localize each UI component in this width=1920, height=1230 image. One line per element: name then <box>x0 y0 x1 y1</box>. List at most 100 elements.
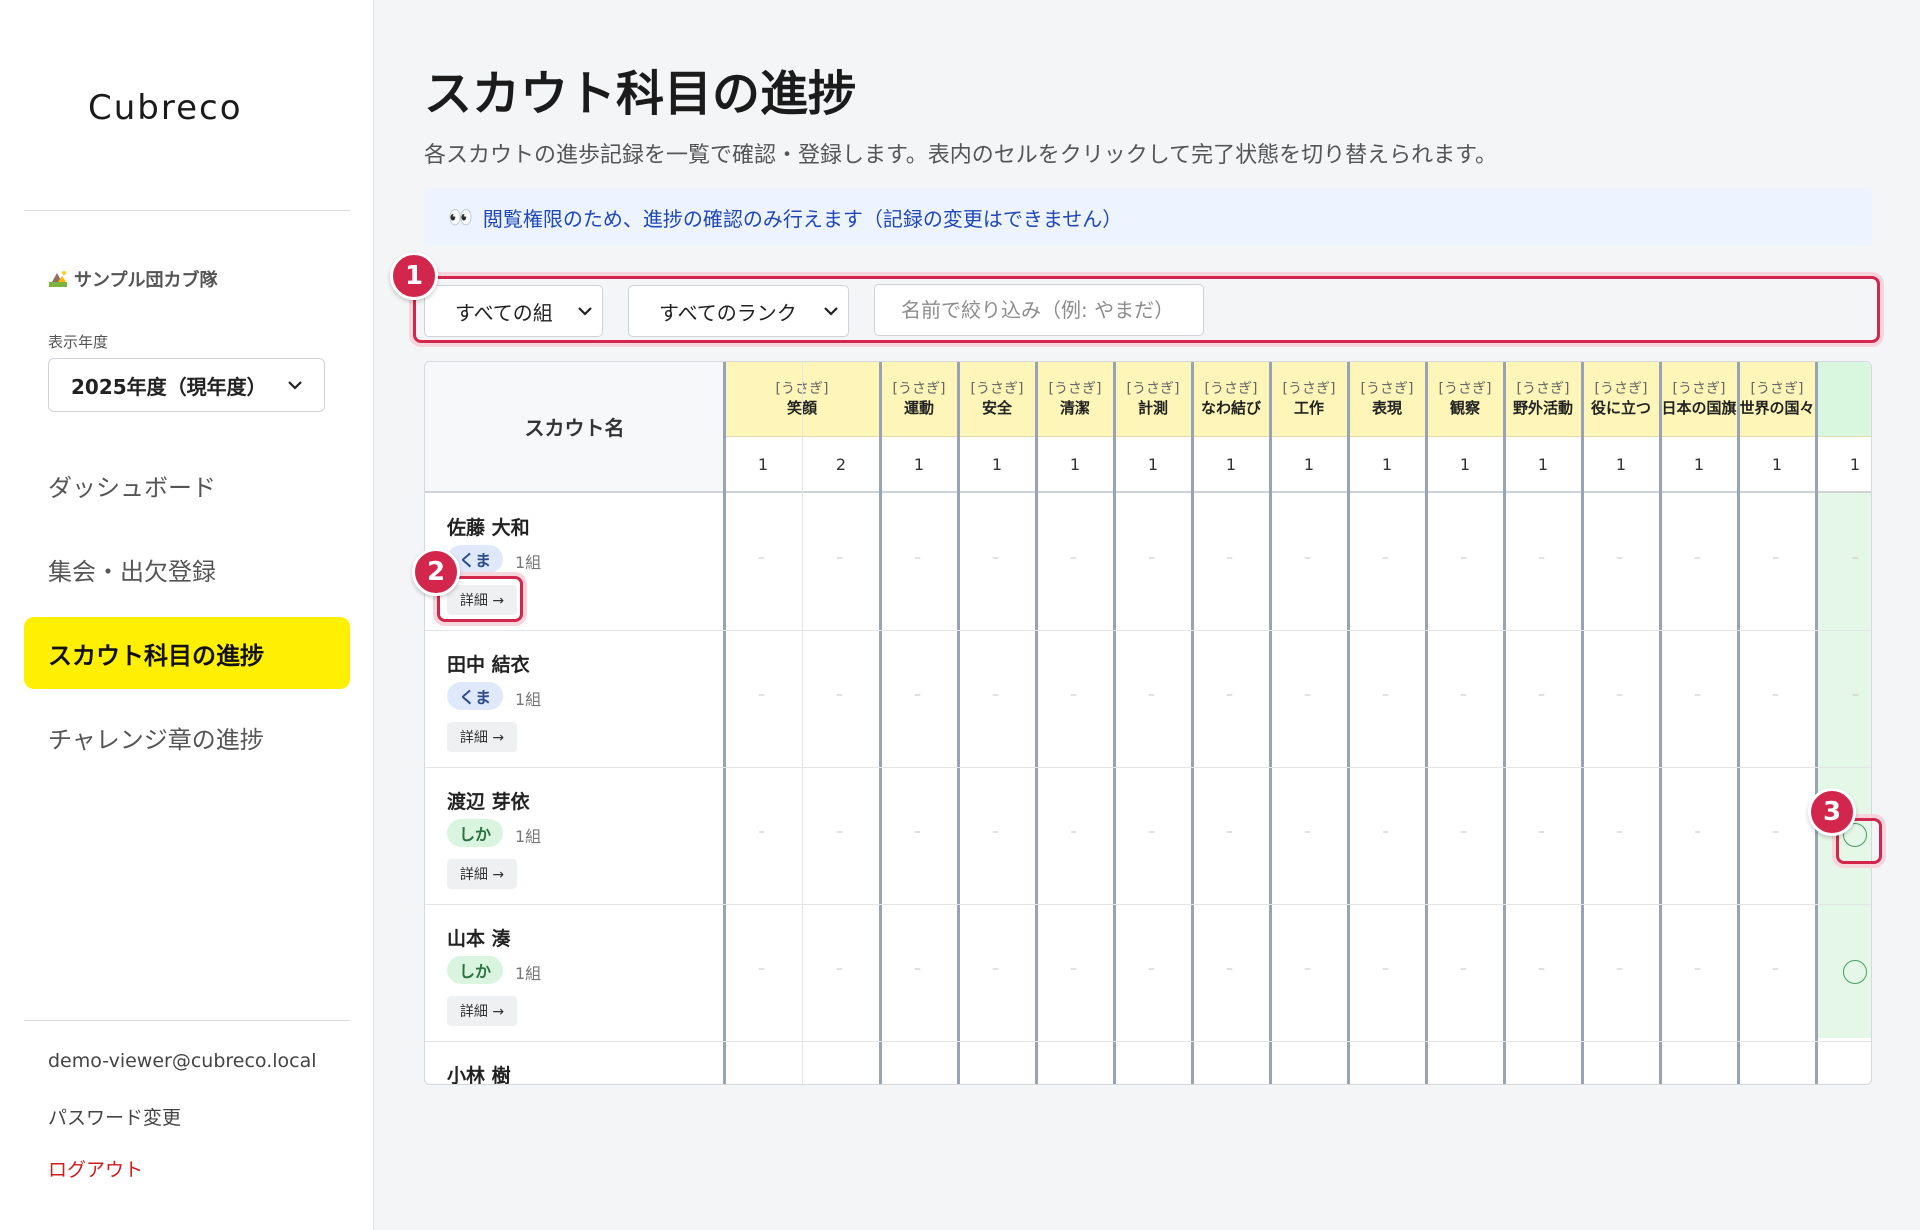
group-filter-select[interactable]: すべての組 <box>424 285 603 337</box>
empty-cell[interactable]: – <box>1070 550 1077 566</box>
empty-cell[interactable]: – <box>992 550 999 566</box>
empty-cell[interactable]: – <box>992 687 999 703</box>
empty-cell[interactable]: – <box>836 824 843 840</box>
empty-cell[interactable]: – <box>1538 687 1545 703</box>
completed-circle-icon[interactable] <box>1843 960 1867 984</box>
empty-cell[interactable]: – <box>1226 550 1233 566</box>
empty-cell[interactable]: – <box>1694 961 1701 977</box>
subject-number: 1 <box>1348 437 1426 493</box>
group-label: 1組 <box>515 827 542 846</box>
empty-cell[interactable]: – <box>914 961 921 977</box>
empty-cell[interactable]: – <box>1772 550 1779 566</box>
subject-number: 1 <box>1270 437 1348 493</box>
empty-cell[interactable]: – <box>1616 961 1623 977</box>
page-description: 各スカウトの進歩記録を一覧で確認・登録します。表内のセルをクリックして完了状態を… <box>424 143 1497 168</box>
empty-cell[interactable]: – <box>914 550 921 566</box>
empty-cell[interactable]: – <box>1616 550 1623 566</box>
empty-cell[interactable]: – <box>1772 961 1779 977</box>
empty-cell[interactable]: – <box>992 961 999 977</box>
empty-cell[interactable]: – <box>1304 824 1311 840</box>
subject-header: [うさぎ] 野外活動 <box>1504 362 1582 437</box>
empty-cell[interactable]: – <box>1226 687 1233 703</box>
nav-challenge-progress[interactable]: チャレンジ章の進捗 <box>24 701 350 773</box>
empty-cell[interactable]: – <box>1694 824 1701 840</box>
empty-cell[interactable]: – <box>1382 961 1389 977</box>
empty-cell[interactable]: – <box>1148 824 1155 840</box>
empty-cell[interactable]: – <box>992 824 999 840</box>
empty-cell[interactable]: – <box>836 961 843 977</box>
empty-cell[interactable]: – <box>1694 687 1701 703</box>
subject-header: [うさぎ] 工作 <box>1270 362 1348 437</box>
nav-attendance[interactable]: 集会・出欠登録 <box>24 533 350 605</box>
sidebar: Cubreco サンプル団カブ隊 表示年度 2025年度（現年度） ダッシュボー… <box>0 0 374 1230</box>
nav-dashboard[interactable]: ダッシュボード <box>24 449 350 521</box>
detail-button[interactable]: 詳細 → <box>447 859 517 889</box>
empty-cell[interactable]: – <box>1852 550 1859 566</box>
empty-cell[interactable]: – <box>1304 961 1311 977</box>
empty-cell[interactable]: – <box>758 687 765 703</box>
readonly-notice: 👀 閲覧権限のため、進捗の確認のみ行えます（記録の変更はできません） <box>424 188 1872 246</box>
app-logo: Cubreco <box>88 88 243 128</box>
nav-scout-progress[interactable]: スカウト科目の進捗 <box>24 617 350 689</box>
column-divider <box>1737 362 1740 1084</box>
year-select[interactable]: 2025年度（現年度） <box>48 358 325 412</box>
empty-cell[interactable]: – <box>1616 687 1623 703</box>
empty-cell[interactable]: – <box>1460 824 1467 840</box>
empty-cell[interactable]: – <box>1616 824 1623 840</box>
empty-cell[interactable]: – <box>1304 550 1311 566</box>
completed-column-bg <box>1817 493 1871 1038</box>
subject-name: 日本の国旗 <box>1661 399 1737 417</box>
subject-name: なわ結び <box>1200 399 1261 417</box>
detail-button[interactable]: 詳細 → <box>447 722 517 752</box>
empty-cell[interactable]: – <box>1070 824 1077 840</box>
subject-number: 1 <box>1504 437 1582 493</box>
empty-cell[interactable]: – <box>758 824 765 840</box>
password-change-link[interactable]: パスワード変更 <box>48 1103 181 1130</box>
scout-name: 田中 結衣 <box>447 654 530 676</box>
empty-cell[interactable]: – <box>1460 961 1467 977</box>
empty-cell[interactable]: – <box>1304 687 1311 703</box>
column-divider <box>1347 362 1350 1084</box>
empty-cell[interactable]: – <box>1772 687 1779 703</box>
column-divider <box>1815 362 1818 1084</box>
name-filter-input[interactable] <box>874 284 1204 336</box>
empty-cell[interactable]: – <box>1460 687 1467 703</box>
empty-cell[interactable]: – <box>758 550 765 566</box>
scout-name: 渡辺 芽依 <box>447 791 530 813</box>
column-divider <box>1113 362 1116 1084</box>
scout-name: 山本 湊 <box>447 928 511 950</box>
empty-cell[interactable]: – <box>1694 550 1701 566</box>
empty-cell[interactable]: – <box>1226 824 1233 840</box>
empty-cell[interactable]: – <box>1852 687 1859 703</box>
empty-cell[interactable]: – <box>1226 961 1233 977</box>
empty-cell[interactable]: – <box>1148 961 1155 977</box>
empty-cell[interactable]: – <box>836 687 843 703</box>
empty-cell[interactable]: – <box>758 961 765 977</box>
nav-label: 集会・出欠登録 <box>48 557 216 586</box>
subject-number: 1 <box>1036 437 1114 493</box>
step-badge-1: 1 <box>390 252 438 300</box>
rank-filter-select[interactable]: すべてのランク <box>628 285 849 337</box>
logout-link[interactable]: ログアウト <box>48 1155 143 1182</box>
empty-cell[interactable]: – <box>1148 550 1155 566</box>
subject-header: [うさぎ] 運動 <box>880 362 958 437</box>
empty-cell[interactable]: – <box>1460 550 1467 566</box>
empty-cell[interactable]: – <box>1382 824 1389 840</box>
empty-cell[interactable]: – <box>1772 824 1779 840</box>
empty-cell[interactable]: – <box>1538 550 1545 566</box>
empty-cell[interactable]: – <box>1070 961 1077 977</box>
empty-cell[interactable]: – <box>914 824 921 840</box>
empty-cell[interactable]: – <box>836 550 843 566</box>
empty-cell[interactable]: – <box>1538 961 1545 977</box>
empty-cell[interactable]: – <box>914 687 921 703</box>
empty-cell[interactable]: – <box>1382 687 1389 703</box>
column-divider <box>1581 362 1584 1084</box>
scout-name: 佐藤 大和 <box>447 517 530 539</box>
empty-cell[interactable]: – <box>1148 687 1155 703</box>
detail-button[interactable]: 詳細 → <box>447 996 517 1026</box>
camp-icon <box>49 271 67 287</box>
subject-category: [うさぎ] <box>970 381 1024 397</box>
empty-cell[interactable]: – <box>1382 550 1389 566</box>
empty-cell[interactable]: – <box>1070 687 1077 703</box>
empty-cell[interactable]: – <box>1538 824 1545 840</box>
